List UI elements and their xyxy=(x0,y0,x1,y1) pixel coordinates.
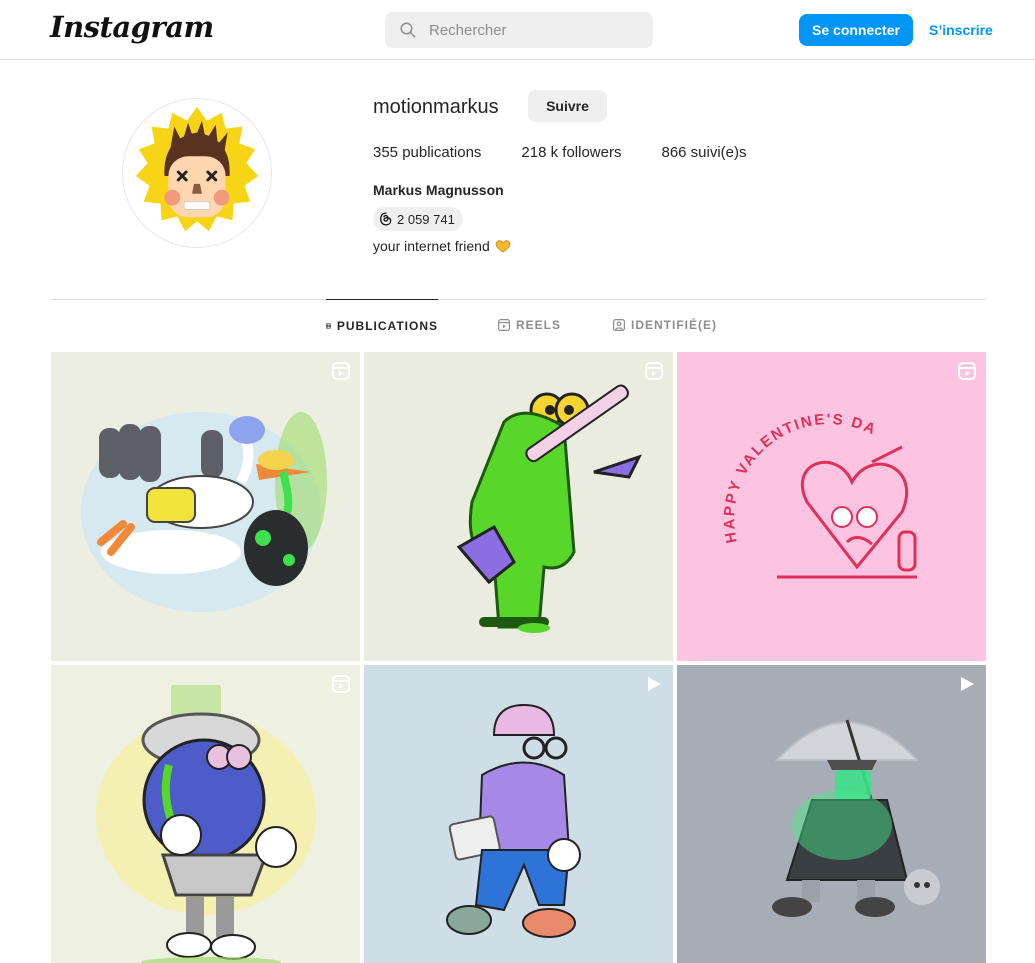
search-input[interactable] xyxy=(429,21,629,39)
tagged-icon xyxy=(613,319,625,331)
login-button[interactable]: Se connecter xyxy=(799,14,913,46)
post-illustration xyxy=(446,703,581,938)
tab-publications[interactable]: PUBLICATIONS xyxy=(326,299,438,351)
post-tile[interactable] xyxy=(51,665,360,963)
reel-badge-icon xyxy=(958,362,976,380)
reels-icon xyxy=(498,319,510,331)
signup-link[interactable]: S’inscrire xyxy=(929,22,993,38)
posts-count: 355 publications xyxy=(373,144,482,161)
followers-count[interactable]: 218 k followers xyxy=(521,144,621,161)
search-icon xyxy=(400,22,416,38)
threads-badge[interactable]: 2 059 741 xyxy=(373,207,463,231)
grid-icon xyxy=(326,323,331,328)
threads-count: 2 059 741 xyxy=(397,211,455,227)
tab-publications-label: PUBLICATIONS xyxy=(336,318,438,333)
threads-icon xyxy=(380,212,392,226)
tab-tagged-label: IDENTIFIÉ(E) xyxy=(631,318,717,332)
tab-reels[interactable]: REELS xyxy=(498,299,561,351)
bio-text: your internet friend xyxy=(373,238,490,254)
post-tile[interactable] xyxy=(677,665,986,963)
top-bar: Instagram Se connecter S’inscrire xyxy=(0,0,1035,60)
profile-username: motionmarkus xyxy=(373,96,499,118)
post-tile[interactable] xyxy=(364,665,673,963)
follow-button[interactable]: Suivre xyxy=(528,90,607,122)
reel-badge-icon xyxy=(332,362,350,380)
post-illustration xyxy=(772,719,940,917)
profile-stats: 355 publications 218 k followers 866 sui… xyxy=(373,144,787,161)
post-illustration xyxy=(96,685,316,963)
profile-avatar[interactable] xyxy=(122,98,272,248)
avatar-illustration xyxy=(135,106,259,232)
tab-reels-label: REELS xyxy=(516,318,562,332)
video-badge-icon xyxy=(961,677,974,691)
following-count[interactable]: 866 suivi(e)s xyxy=(661,144,746,161)
post-tile[interactable]: HAPPY VALENTINE'S DAY xyxy=(677,352,986,661)
post-illustration xyxy=(81,412,327,612)
instagram-logo[interactable]: Instagram xyxy=(50,10,214,44)
tab-tagged[interactable]: IDENTIFIÉ(E) xyxy=(613,299,717,351)
profile-full-name: Markus Magnusson xyxy=(373,182,504,198)
profile-bio: your internet friend xyxy=(373,238,511,254)
post-illustration: HAPPY VALENTINE'S DAY xyxy=(677,352,917,579)
post-tile[interactable] xyxy=(51,352,360,661)
reel-badge-icon xyxy=(332,675,350,693)
post-tile[interactable] xyxy=(364,352,673,661)
video-badge-icon xyxy=(648,677,661,691)
search-box[interactable] xyxy=(385,12,653,48)
reel-badge-icon xyxy=(645,362,663,380)
post-illustration xyxy=(456,384,642,633)
yellow-heart-icon xyxy=(495,240,511,253)
